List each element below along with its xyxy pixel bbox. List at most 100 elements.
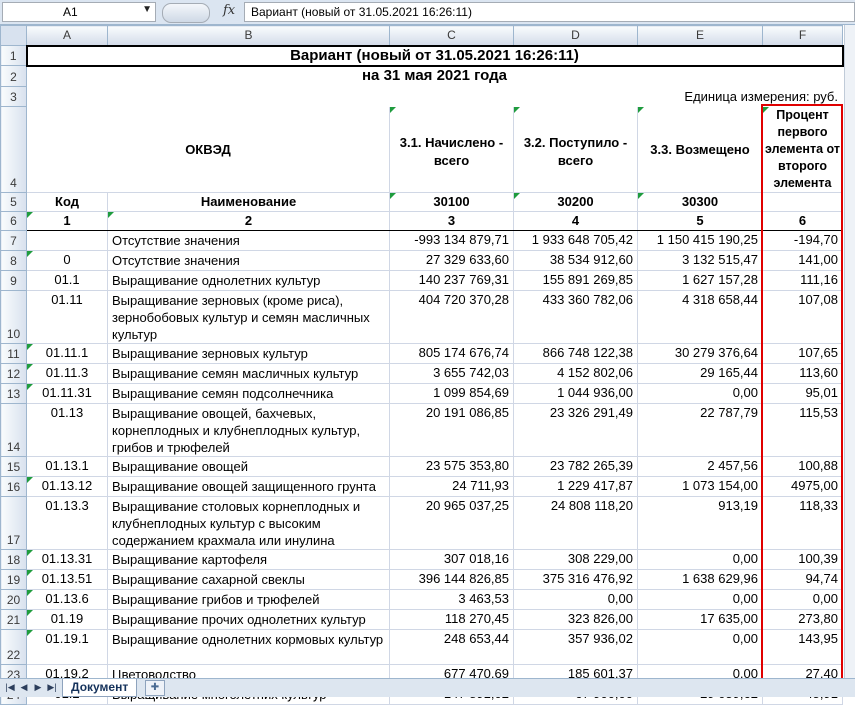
formula-buttons[interactable] xyxy=(162,3,210,23)
row-header[interactable]: 18 xyxy=(0,549,27,570)
refunded-cell[interactable]: 4 318 658,44 xyxy=(637,290,763,344)
next-sheet-icon[interactable]: ▶ xyxy=(32,681,44,694)
refunded-cell[interactable]: 3 132 515,47 xyxy=(637,250,763,271)
percent-header[interactable]: Процент первого элемента от второго элем… xyxy=(762,106,843,193)
percent-cell[interactable]: 95,01 xyxy=(762,383,843,404)
row-header[interactable]: 4 xyxy=(0,106,27,193)
name-label[interactable]: Наименование xyxy=(107,192,390,212)
received-cell[interactable]: 1 933 648 705,42 xyxy=(513,230,638,251)
refunded-cell[interactable]: 0,00 xyxy=(637,383,763,404)
received-cell[interactable]: 1 044 936,00 xyxy=(513,383,638,404)
okved-code-cell[interactable]: 01.19 xyxy=(26,609,108,630)
okved-name-cell[interactable]: Выращивание зерновых культур xyxy=(107,343,390,364)
row-header[interactable]: 8 xyxy=(0,250,27,271)
received-cell[interactable]: 866 748 122,38 xyxy=(513,343,638,364)
okved-name-cell[interactable]: Выращивание овощей защищенного грунта xyxy=(107,476,390,497)
received-cell[interactable]: 23 326 291,49 xyxy=(513,403,638,457)
refunded-cell[interactable]: 0,00 xyxy=(637,549,763,570)
select-all-corner[interactable] xyxy=(0,25,27,46)
refunded-cell[interactable]: 29 165,44 xyxy=(637,363,763,384)
column-header-a[interactable]: A xyxy=(26,25,108,46)
refunded-cell[interactable]: 30 279 376,64 xyxy=(637,343,763,364)
sheet-tab-document[interactable]: Документ xyxy=(62,679,138,697)
percent-cell[interactable]: 115,53 xyxy=(762,403,843,457)
percent-cell[interactable]: 107,65 xyxy=(762,343,843,364)
refunded-cell[interactable]: 1 627 157,28 xyxy=(637,270,763,291)
okved-name-cell[interactable]: Выращивание однолетних культур xyxy=(107,270,390,291)
chevron-down-icon[interactable]: ▼ xyxy=(142,4,152,15)
row-header[interactable]: 21 xyxy=(0,609,27,630)
unit-label[interactable]: Единица измерения: руб. xyxy=(27,87,843,107)
percent-cell[interactable]: 273,80 xyxy=(762,609,843,630)
col-number[interactable]: 1 xyxy=(26,211,108,231)
col-number[interactable]: 6 xyxy=(762,211,843,231)
row-header[interactable]: 10 xyxy=(0,290,27,344)
percent-cell[interactable]: 118,33 xyxy=(762,496,843,550)
row-header[interactable]: 14 xyxy=(0,403,27,457)
okved-name-cell[interactable]: Выращивание овощей xyxy=(107,456,390,477)
column-header-c[interactable]: C xyxy=(389,25,514,46)
refunded-cell[interactable]: 17 635,00 xyxy=(637,609,763,630)
row-header[interactable]: 20 xyxy=(0,589,27,610)
row-header[interactable]: 22 xyxy=(0,629,27,665)
refunded-cell[interactable]: 1 150 415 190,25 xyxy=(637,230,763,251)
accrued-cell[interactable]: 1 099 854,69 xyxy=(389,383,514,404)
okved-code-cell[interactable]: 01.13.31 xyxy=(26,549,108,570)
refunded-cell[interactable]: 2 457,56 xyxy=(637,456,763,477)
refunded-cell[interactable]: 913,19 xyxy=(637,496,763,550)
row-header[interactable]: 15 xyxy=(0,456,27,477)
okved-code-cell[interactable]: 0 xyxy=(26,250,108,271)
row-header[interactable]: 12 xyxy=(0,363,27,384)
last-sheet-icon[interactable]: ▶| xyxy=(46,681,58,694)
okved-code-cell[interactable]: 01.13.3 xyxy=(26,496,108,550)
name-box[interactable]: A1 ▼ xyxy=(2,2,156,22)
refunded-cell[interactable]: 0,00 xyxy=(637,589,763,610)
row-header[interactable]: 6 xyxy=(0,211,27,231)
refunded-cell[interactable]: 22 787,79 xyxy=(637,403,763,457)
percent-cell[interactable]: 113,60 xyxy=(762,363,843,384)
accrued-cell[interactable]: 248 653,44 xyxy=(389,629,514,665)
row-header[interactable]: 11 xyxy=(0,343,27,364)
col-number[interactable]: 4 xyxy=(513,211,638,231)
first-sheet-icon[interactable]: |◀ xyxy=(4,681,16,694)
okved-code-cell[interactable]: 01.13.51 xyxy=(26,569,108,590)
refunded-code[interactable]: 30300 xyxy=(637,192,763,212)
okved-name-cell[interactable]: Выращивание однолетних кормовых культур xyxy=(107,629,390,665)
okved-code-cell[interactable]: 01.11.3 xyxy=(26,363,108,384)
accrued-cell[interactable]: 805 174 676,74 xyxy=(389,343,514,364)
row-header[interactable]: 5 xyxy=(0,192,27,212)
okved-name-cell[interactable]: Выращивание овощей, бахчевых, корнеплодн… xyxy=(107,403,390,457)
received-cell[interactable]: 4 152 802,06 xyxy=(513,363,638,384)
percent-cell[interactable]: 4975,00 xyxy=(762,476,843,497)
okved-code-cell[interactable] xyxy=(26,230,108,251)
column-header-b[interactable]: B xyxy=(107,25,390,46)
okved-code-cell[interactable]: 01.13 xyxy=(26,403,108,457)
fx-icon[interactable]: fx xyxy=(223,3,235,18)
okved-code-cell[interactable]: 01.1 xyxy=(26,270,108,291)
received-cell[interactable]: 357 936,02 xyxy=(513,629,638,665)
refunded-cell[interactable]: 0,00 xyxy=(637,629,763,665)
okved-name-cell[interactable]: Выращивание грибов и трюфелей xyxy=(107,589,390,610)
percent-cell[interactable]: 111,16 xyxy=(762,270,843,291)
received-cell[interactable]: 433 360 782,06 xyxy=(513,290,638,344)
okved-code-cell[interactable]: 01.11.31 xyxy=(26,383,108,404)
okved-name-cell[interactable]: Отсутствие значения xyxy=(107,230,390,251)
percent-cell[interactable]: 100,39 xyxy=(762,549,843,570)
accrued-cell[interactable]: 118 270,45 xyxy=(389,609,514,630)
accrued-cell[interactable]: 396 144 826,85 xyxy=(389,569,514,590)
okved-code-cell[interactable]: 01.13.12 xyxy=(26,476,108,497)
vertical-scrollbar[interactable] xyxy=(844,25,855,680)
okved-code-cell[interactable]: 01.13.1 xyxy=(26,456,108,477)
col-number[interactable]: 2 xyxy=(107,211,390,231)
received-cell[interactable]: 24 808 118,20 xyxy=(513,496,638,550)
accrued-cell[interactable]: 20 191 086,85 xyxy=(389,403,514,457)
col-number[interactable]: 5 xyxy=(637,211,763,231)
percent-cell[interactable]: 0,00 xyxy=(762,589,843,610)
column-header-d[interactable]: D xyxy=(513,25,638,46)
insert-sheet-icon[interactable]: ✚ xyxy=(145,680,165,696)
okved-header[interactable]: ОКВЭД xyxy=(26,106,390,193)
percent-cell[interactable]: 100,88 xyxy=(762,456,843,477)
received-cell[interactable]: 308 229,00 xyxy=(513,549,638,570)
okved-name-cell[interactable]: Выращивание сахарной свеклы xyxy=(107,569,390,590)
okved-name-cell[interactable]: Выращивание столовых корнеплодных и клуб… xyxy=(107,496,390,550)
